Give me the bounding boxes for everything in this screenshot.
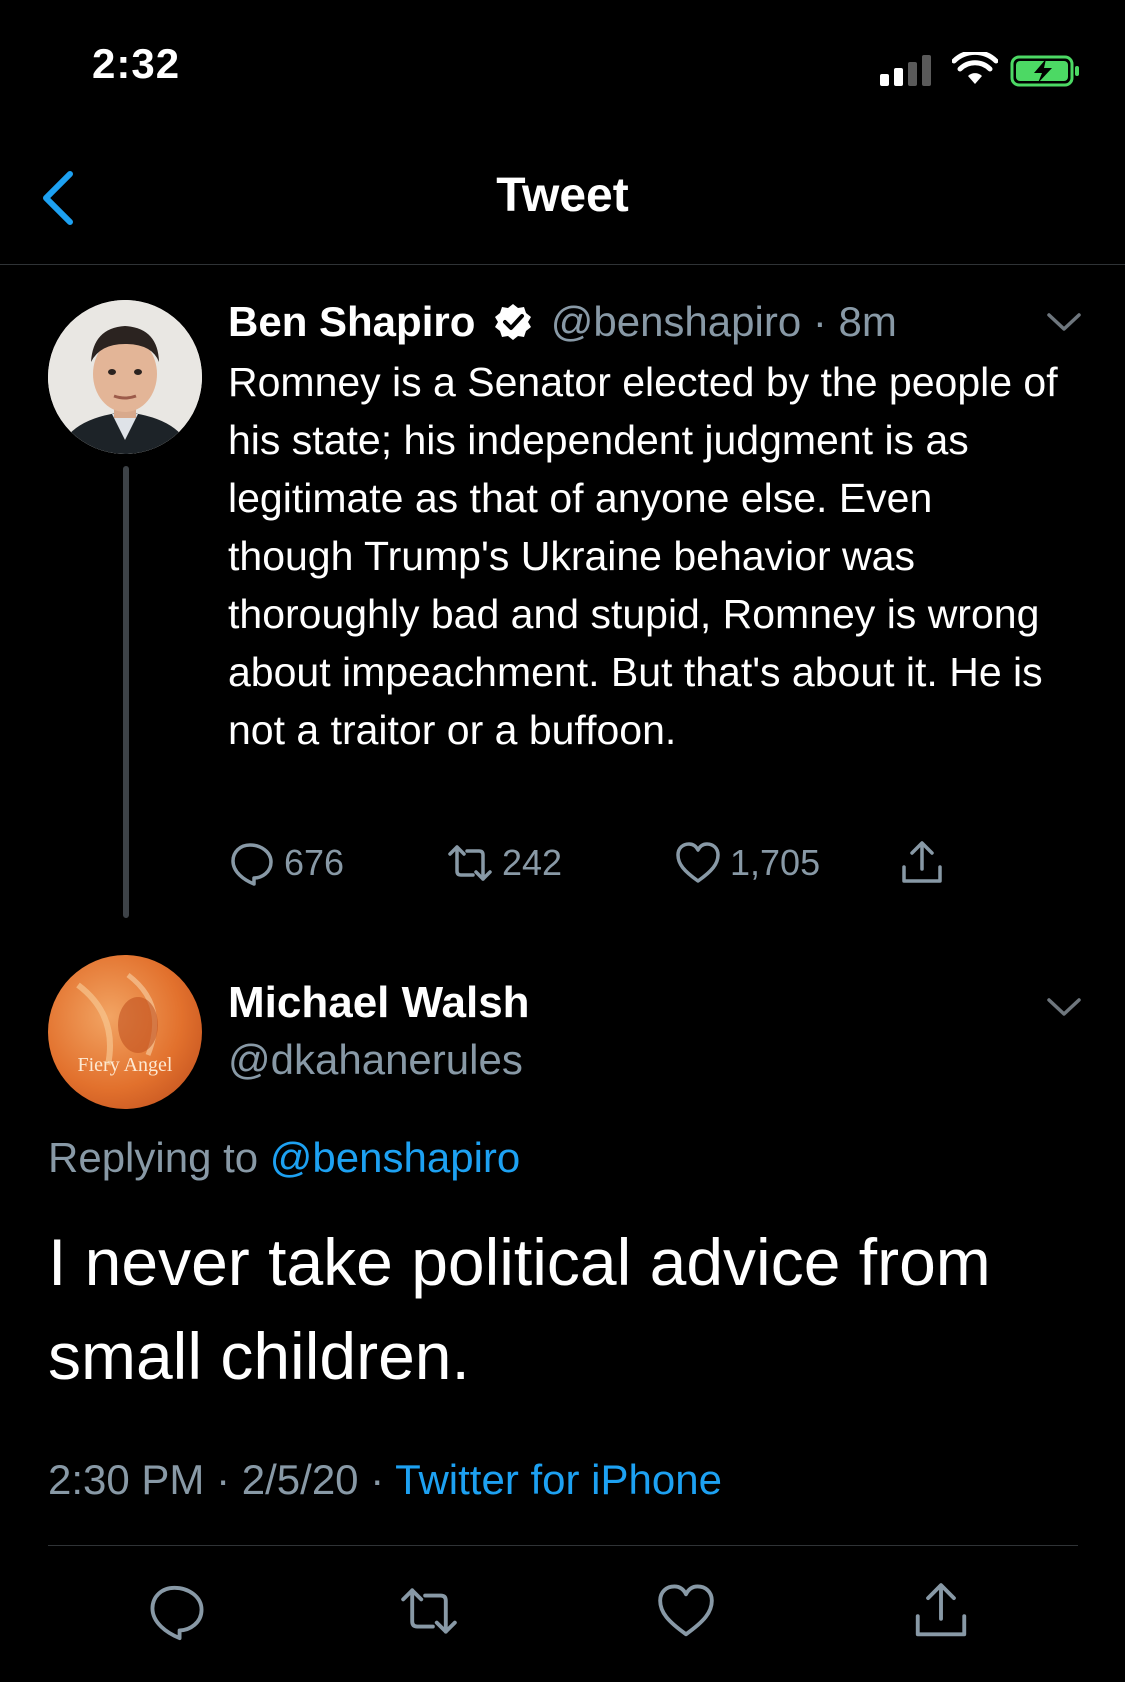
battery-charging-icon bbox=[1010, 55, 1079, 87]
separator-dot: · bbox=[216, 1456, 231, 1503]
book-cover-avatar-icon: Fiery Angel bbox=[76, 973, 173, 1076]
separator-dot: · bbox=[370, 1456, 385, 1503]
verified-badge-icon bbox=[495, 304, 532, 340]
author-handle[interactable]: @benshapiro bbox=[551, 298, 801, 345]
thread-connector-line bbox=[123, 466, 129, 918]
author-handle[interactable]: @dkahanerules bbox=[228, 1036, 523, 1084]
retweet-button[interactable]: 242 bbox=[446, 838, 562, 888]
main-tweet-text: I never take political advice from small… bbox=[48, 1225, 991, 1393]
like-count: 1,705 bbox=[730, 842, 821, 883]
reply-button[interactable]: 676 bbox=[228, 838, 344, 888]
avatar-book-title: Fiery Angel bbox=[78, 1054, 173, 1076]
replying-to: Replying to @benshapiro bbox=[48, 1134, 520, 1182]
retweet-count: 242 bbox=[502, 842, 563, 883]
share-button[interactable] bbox=[898, 838, 954, 888]
heart-icon[interactable] bbox=[655, 1580, 717, 1642]
status-time: 2:32 bbox=[92, 40, 181, 87]
cellular-signal-icon bbox=[880, 55, 931, 86]
header-divider bbox=[0, 264, 1125, 265]
meta-divider bbox=[48, 1545, 1078, 1546]
separator-dot: · bbox=[812, 298, 827, 345]
reply-icon[interactable] bbox=[146, 1580, 208, 1642]
chevron-down-icon[interactable] bbox=[1046, 310, 1082, 334]
like-button[interactable]: 1,705 bbox=[674, 838, 820, 888]
reply-icon bbox=[231, 843, 273, 886]
profile-photo-icon bbox=[48, 300, 202, 454]
author-name[interactable]: Ben Shapiro bbox=[228, 298, 475, 345]
share-icon[interactable] bbox=[910, 1580, 972, 1642]
avatar[interactable] bbox=[48, 300, 202, 454]
replying-handle-link[interactable]: @benshapiro bbox=[270, 1134, 520, 1181]
tweet-date: 2/5/20 bbox=[241, 1456, 359, 1503]
retweet-icon bbox=[448, 845, 492, 881]
page-title: Tweet bbox=[496, 169, 629, 222]
avatar[interactable]: Fiery Angel bbox=[48, 955, 202, 1109]
wifi-icon bbox=[952, 52, 998, 84]
heart-icon bbox=[676, 842, 720, 883]
tweet-age: 8m bbox=[838, 298, 897, 345]
tweet-source-link[interactable]: Twitter for iPhone bbox=[395, 1456, 722, 1503]
chevron-down-icon[interactable] bbox=[1046, 995, 1082, 1019]
parent-tweet-text: Romney is a Senator elected by the peopl… bbox=[228, 359, 1058, 753]
reply-count: 676 bbox=[284, 842, 345, 883]
retweet-icon[interactable] bbox=[398, 1580, 460, 1642]
share-icon bbox=[902, 841, 942, 883]
replying-label: Replying to bbox=[48, 1134, 259, 1181]
tweet-metadata: 2:30 PM · 2/5/20 · Twitter for iPhone bbox=[48, 1456, 722, 1504]
tweet-time: 2:30 PM bbox=[48, 1456, 205, 1503]
parent-tweet-header: Ben Shapiro @benshapiro · 8m bbox=[228, 296, 897, 348]
author-name[interactable]: Michael Walsh bbox=[228, 978, 530, 1028]
